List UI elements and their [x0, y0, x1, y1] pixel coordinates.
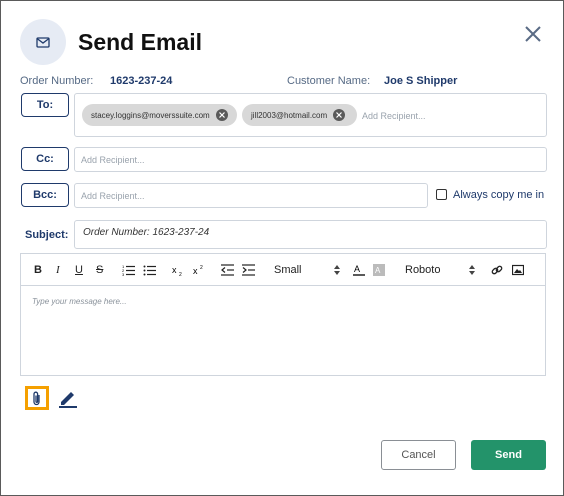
- customer-name-value: Joe S Shipper: [384, 75, 458, 87]
- to-button[interactable]: To:: [21, 93, 69, 117]
- cc-placeholder: Add Recipient...: [81, 155, 145, 165]
- dialog-title: Send Email: [78, 29, 202, 55]
- font-family-value: Roboto: [405, 264, 441, 276]
- underline-icon[interactable]: U: [75, 263, 83, 277]
- select-arrows-icon: [469, 265, 475, 275]
- link-icon[interactable]: [491, 263, 503, 277]
- cancel-button[interactable]: Cancel: [381, 440, 456, 470]
- order-number-value: 1623-237-24: [110, 75, 173, 87]
- cc-field[interactable]: Add Recipient...: [74, 147, 547, 172]
- select-arrows-icon: [334, 265, 340, 275]
- recipient-email: stacey.loggins@moverssuite.com: [91, 110, 210, 120]
- svg-text:A: A: [375, 266, 381, 275]
- svg-text:x: x: [172, 265, 177, 275]
- envelope-icon: [20, 19, 66, 65]
- recipient-chip: stacey.loggins@moverssuite.com: [82, 104, 237, 126]
- background-color-icon[interactable]: A: [373, 263, 385, 277]
- bullet-list-icon[interactable]: [143, 263, 157, 277]
- svg-text:x: x: [193, 266, 198, 276]
- send-email-dialog: Send Email Order Number: 1623-237-24 Cus…: [0, 0, 564, 496]
- subject-value: Order Number: 1623-237-24: [83, 227, 210, 238]
- remove-recipient-icon[interactable]: [333, 109, 346, 121]
- attachment-icon[interactable]: [25, 386, 49, 410]
- superscript-icon[interactable]: x2: [193, 263, 207, 277]
- customer-name-label: Customer Name:: [287, 75, 371, 87]
- strikethrough-icon[interactable]: S: [96, 263, 103, 277]
- signature-pen-icon[interactable]: [58, 388, 78, 408]
- svg-text:3: 3: [122, 272, 125, 276]
- cc-button[interactable]: Cc:: [21, 147, 69, 171]
- send-button[interactable]: Send: [471, 440, 546, 470]
- bold-icon[interactable]: B: [34, 263, 42, 277]
- to-field[interactable]: stacey.loggins@moverssuite.com jill2003@…: [74, 93, 547, 137]
- bcc-button[interactable]: Bcc:: [21, 183, 69, 207]
- always-copy-checkbox[interactable]: [436, 189, 447, 200]
- text-color-icon[interactable]: A: [353, 263, 365, 277]
- close-icon[interactable]: [521, 22, 545, 46]
- font-family-select[interactable]: Roboto: [405, 263, 475, 277]
- ordered-list-icon[interactable]: 123: [122, 263, 136, 277]
- message-placeholder[interactable]: Type your message here...: [32, 297, 127, 306]
- outdent-icon[interactable]: [221, 263, 235, 277]
- recipient-email: jill2003@hotmail.com: [251, 110, 328, 120]
- svg-text:A: A: [354, 264, 360, 274]
- subject-label: Subject:: [25, 229, 69, 241]
- editor-toolbar: B I U S 123 x2 x2 Small A A Roboto: [21, 254, 545, 286]
- bcc-placeholder: Add Recipient...: [81, 191, 145, 201]
- message-editor: B I U S 123 x2 x2 Small A A Roboto Type …: [20, 253, 546, 376]
- bcc-field[interactable]: Add Recipient...: [74, 183, 428, 208]
- to-placeholder: Add Recipient...: [362, 111, 426, 121]
- image-icon[interactable]: [512, 263, 524, 277]
- subscript-icon[interactable]: x2: [172, 263, 186, 277]
- recipient-chip: jill2003@hotmail.com: [242, 104, 357, 126]
- font-size-value: Small: [274, 264, 302, 276]
- remove-recipient-icon[interactable]: [215, 109, 228, 121]
- font-size-select[interactable]: Small: [274, 263, 340, 277]
- svg-text:2: 2: [179, 272, 182, 276]
- envelope-icon-glyph: [36, 36, 50, 48]
- order-number-label: Order Number:: [20, 75, 94, 87]
- svg-text:2: 2: [200, 265, 203, 271]
- indent-icon[interactable]: [242, 263, 256, 277]
- italic-icon[interactable]: I: [56, 263, 60, 277]
- subject-field[interactable]: Order Number: 1623-237-24: [74, 220, 547, 249]
- always-copy-label[interactable]: Always copy me in: [453, 189, 544, 201]
